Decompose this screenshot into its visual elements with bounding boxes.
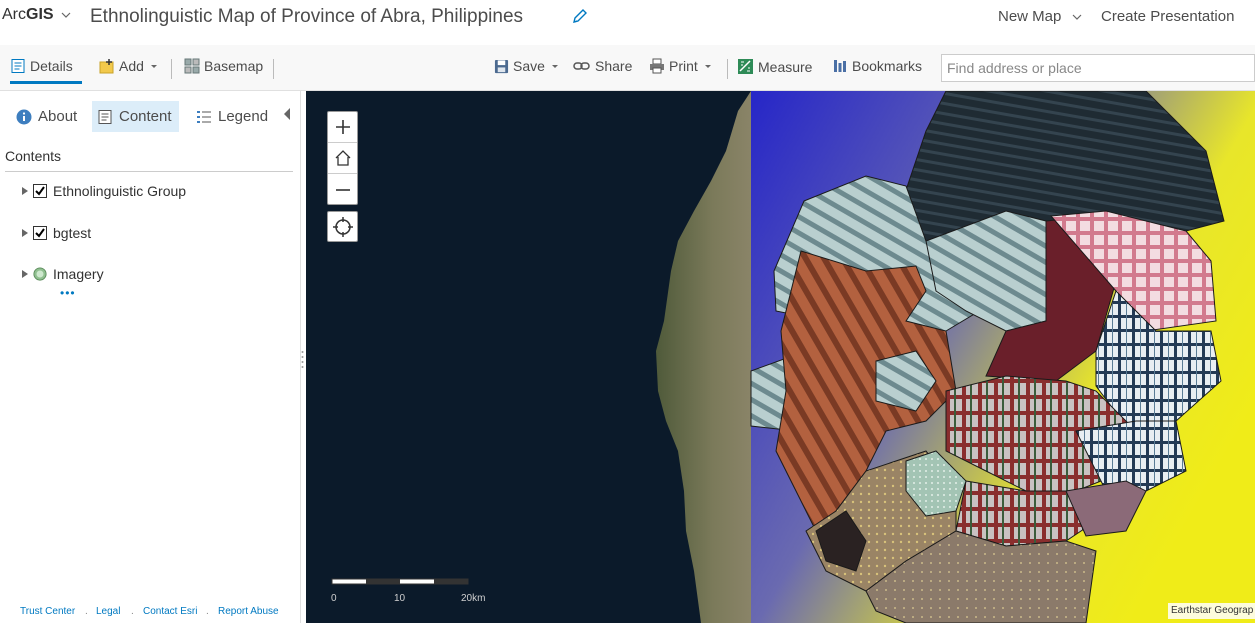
save-button[interactable]: Save bbox=[494, 58, 565, 74]
globe-icon bbox=[33, 267, 47, 281]
plus-icon bbox=[335, 120, 350, 134]
toolbar-divider bbox=[273, 59, 274, 79]
footer-separator: . bbox=[85, 606, 88, 617]
details-button[interactable]: Details bbox=[10, 58, 73, 74]
map-attribution[interactable]: Earthstar Geograp bbox=[1168, 603, 1255, 619]
layer-item-imagery[interactable]: Imagery bbox=[20, 264, 104, 284]
tab-legend-label: Legend bbox=[218, 108, 269, 125]
layer-item-bgtest[interactable]: bgtest bbox=[20, 223, 91, 243]
measure-label: Measure bbox=[758, 58, 813, 75]
expand-triangle-icon[interactable] bbox=[20, 269, 30, 279]
footer-link-contact-esri[interactable]: Contact Esri bbox=[143, 606, 197, 617]
bookmarks-label: Bookmarks bbox=[852, 58, 923, 74]
add-label: Add bbox=[119, 58, 144, 74]
brand-bold: GIS bbox=[26, 6, 54, 23]
new-map-button[interactable]: New Map bbox=[998, 8, 1061, 25]
scale-label: 10 bbox=[394, 593, 406, 604]
expand-triangle-icon[interactable] bbox=[20, 186, 30, 196]
tab-about[interactable]: About bbox=[11, 101, 82, 132]
divider bbox=[5, 171, 293, 172]
arcgis-brand[interactable]: ArcGIS bbox=[2, 6, 54, 24]
chevron-down-icon bbox=[704, 65, 711, 68]
content-icon bbox=[98, 109, 112, 124]
zoom-in-button[interactable] bbox=[328, 112, 357, 143]
share-button[interactable]: Share bbox=[573, 58, 632, 74]
checkbox-checked-icon[interactable] bbox=[33, 184, 47, 198]
chevron-down-icon[interactable] bbox=[1071, 11, 1083, 23]
locate-button[interactable] bbox=[327, 211, 358, 242]
add-button[interactable]: Add bbox=[99, 58, 164, 74]
tab-content-label: Content bbox=[119, 108, 172, 125]
layer-name[interactable]: Imagery bbox=[53, 266, 104, 282]
drag-handle-icon[interactable] bbox=[301, 350, 304, 370]
measure-icon bbox=[738, 59, 753, 74]
chevron-down-icon bbox=[150, 65, 157, 68]
print-label: Print bbox=[669, 58, 698, 74]
tab-content[interactable]: Content bbox=[92, 101, 179, 132]
home-button[interactable] bbox=[328, 143, 357, 174]
details-label: Details bbox=[30, 58, 73, 74]
chevron-down-icon bbox=[551, 65, 558, 68]
info-icon bbox=[16, 109, 32, 124]
collapse-panel-icon[interactable] bbox=[283, 107, 291, 121]
scale-bar: 0 10 20km bbox=[331, 577, 485, 607]
zoom-out-button[interactable] bbox=[328, 174, 357, 205]
more-options-icon[interactable]: ••• bbox=[60, 286, 76, 300]
active-tab-indicator bbox=[10, 81, 82, 84]
print-button[interactable]: Print bbox=[649, 58, 718, 74]
save-label: Save bbox=[513, 58, 545, 74]
footer-link-legal[interactable]: Legal bbox=[96, 606, 120, 617]
contents-heading: Contents bbox=[5, 148, 62, 164]
brand-prefix: Arc bbox=[2, 6, 26, 23]
home-icon bbox=[335, 150, 350, 166]
link-icon bbox=[573, 62, 590, 70]
footer-link-report-abuse[interactable]: Report Abuse bbox=[218, 606, 279, 617]
map-canvas[interactable] bbox=[306, 91, 1255, 623]
create-presentation-button[interactable]: Create Presentation bbox=[1101, 8, 1234, 25]
printer-icon bbox=[650, 58, 664, 74]
minus-icon bbox=[335, 188, 350, 191]
layer-name[interactable]: Ethnolinguistic Group bbox=[53, 183, 186, 199]
tab-legend[interactable]: Legend bbox=[191, 101, 273, 132]
tab-about-label: About bbox=[38, 108, 78, 125]
pencil-icon[interactable] bbox=[571, 7, 589, 25]
layer-name[interactable]: bgtest bbox=[53, 225, 91, 241]
footer-separator: . bbox=[131, 606, 134, 617]
footer-link-trust-center[interactable]: Trust Center bbox=[20, 606, 75, 617]
legend-icon bbox=[197, 110, 211, 123]
scale-bar-graphic bbox=[331, 578, 469, 585]
crosshair-icon bbox=[332, 216, 353, 237]
details-icon bbox=[11, 59, 25, 73]
toolbar-divider bbox=[727, 59, 728, 79]
checkbox-checked-icon[interactable] bbox=[33, 226, 47, 240]
floppy-disk-icon bbox=[494, 59, 509, 73]
details-panel: About Content Legend Contents Ethnolingu… bbox=[0, 91, 300, 623]
add-layer-icon bbox=[99, 59, 114, 74]
footer-separator: . bbox=[206, 606, 209, 617]
toolbar-divider bbox=[171, 59, 172, 79]
share-label: Share bbox=[595, 58, 633, 74]
expand-triangle-icon[interactable] bbox=[20, 228, 30, 238]
measure-button[interactable]: Measure bbox=[737, 58, 812, 75]
map-title: Ethnolinguistic Map of Province of Abra,… bbox=[90, 6, 524, 27]
map-toolbar: Details Add Basemap Save Share Print Mea… bbox=[0, 45, 1255, 91]
basemap-grid-icon bbox=[184, 58, 200, 74]
bookmarks-icon bbox=[834, 60, 846, 72]
zoom-controls bbox=[327, 111, 358, 205]
map-view[interactable]: 0 10 20km Earthstar Geograp bbox=[306, 91, 1255, 623]
bookmarks-button[interactable]: Bookmarks bbox=[832, 58, 922, 74]
basemap-label: Basemap bbox=[204, 58, 264, 74]
layer-item-ethnolinguistic-group[interactable]: Ethnolinguistic Group bbox=[20, 181, 186, 201]
search-input[interactable] bbox=[941, 54, 1255, 82]
scale-label: 0 bbox=[331, 593, 337, 604]
chevron-down-icon[interactable] bbox=[60, 9, 72, 21]
top-header: ArcGIS Ethnolinguistic Map of Province o… bbox=[0, 0, 1255, 38]
basemap-button[interactable]: Basemap bbox=[184, 58, 263, 74]
scale-label: 20km bbox=[461, 593, 486, 604]
